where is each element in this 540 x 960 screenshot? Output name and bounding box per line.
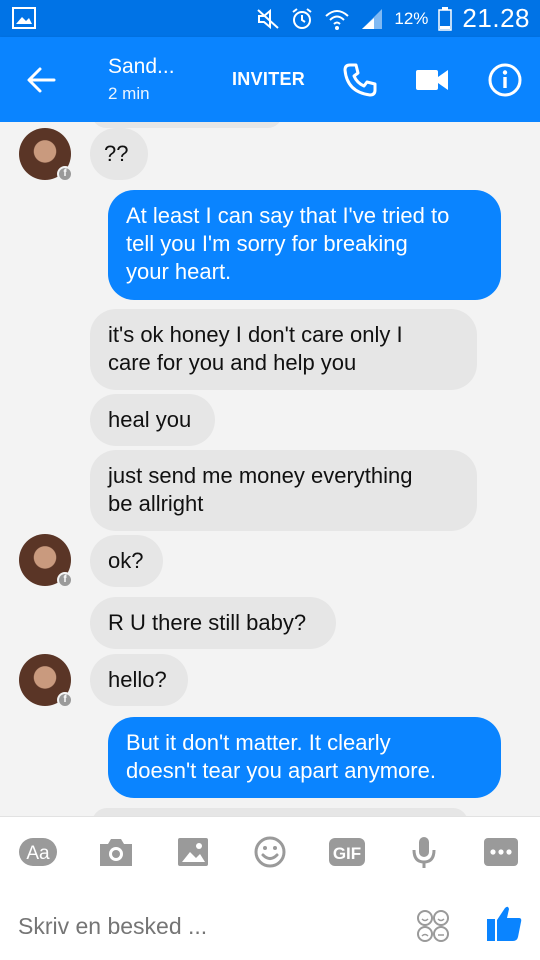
signal-icon: [362, 8, 383, 29]
facebook-badge-icon: f: [57, 166, 73, 182]
message-input[interactable]: [18, 909, 388, 943]
aa-label: Aa: [26, 843, 50, 864]
message-bubble-incoming[interactable]: just send me money everything be allrigh…: [90, 450, 477, 531]
text-format-aa-button[interactable]: Aa: [18, 835, 58, 869]
wifi-icon: [325, 9, 350, 30]
phone-call-icon[interactable]: [342, 62, 378, 98]
contact-avatar[interactable]: f: [19, 128, 73, 182]
microphone-icon[interactable]: [404, 835, 444, 869]
sticker-icon[interactable]: [416, 909, 450, 943]
battery-icon: [438, 6, 453, 31]
gif-label: GIF: [333, 844, 361, 863]
clock: 21.28: [462, 3, 530, 33]
battery-percent: 12%: [394, 8, 429, 28]
message-bubble-incoming[interactable]: ok?: [90, 535, 163, 587]
gallery-notification-icon: [12, 7, 36, 29]
status-bar: 12% 21.28: [0, 0, 540, 37]
video-call-icon[interactable]: [414, 65, 450, 95]
camera-icon[interactable]: [96, 835, 136, 869]
facebook-badge-icon: f: [57, 692, 73, 708]
info-icon[interactable]: [487, 62, 523, 98]
message-composer: Aa GIF: [0, 816, 540, 960]
invite-button[interactable]: INVITER: [232, 69, 305, 90]
facebook-badge-icon: f: [57, 572, 73, 588]
thumbs-up-icon[interactable]: [484, 903, 524, 943]
message-bubble-incoming[interactable]: heal you: [90, 394, 215, 446]
mute-icon: [257, 8, 280, 29]
message-bubble-outgoing[interactable]: But it don't matter. It clearly doesn't …: [108, 717, 501, 798]
message-bubble-incoming[interactable]: it's ok honey I don't care only I care f…: [90, 309, 477, 390]
more-options-icon[interactable]: [481, 835, 521, 869]
conversation-header: Sand... 2 min INVITER: [0, 37, 540, 122]
message-thread[interactable]: f ?? At least I can say that I've tried …: [0, 122, 540, 816]
partial-message-bubble: [92, 808, 468, 816]
message-bubble-outgoing[interactable]: At least I can say that I've tried to te…: [108, 190, 501, 300]
contact-name[interactable]: Sand...: [108, 55, 175, 79]
message-bubble-incoming[interactable]: hello?: [90, 654, 188, 706]
back-arrow-icon[interactable]: [24, 63, 58, 97]
contact-avatar[interactable]: f: [19, 534, 73, 588]
emoji-icon[interactable]: [250, 835, 290, 869]
active-status: 2 min: [108, 84, 150, 103]
alarm-icon: [292, 7, 312, 29]
photo-gallery-icon[interactable]: [173, 835, 213, 869]
gif-button[interactable]: GIF: [327, 835, 367, 869]
contact-avatar[interactable]: f: [19, 654, 73, 708]
message-bubble-incoming[interactable]: R U there still baby?: [90, 597, 336, 649]
message-bubble-incoming[interactable]: ??: [90, 128, 148, 180]
